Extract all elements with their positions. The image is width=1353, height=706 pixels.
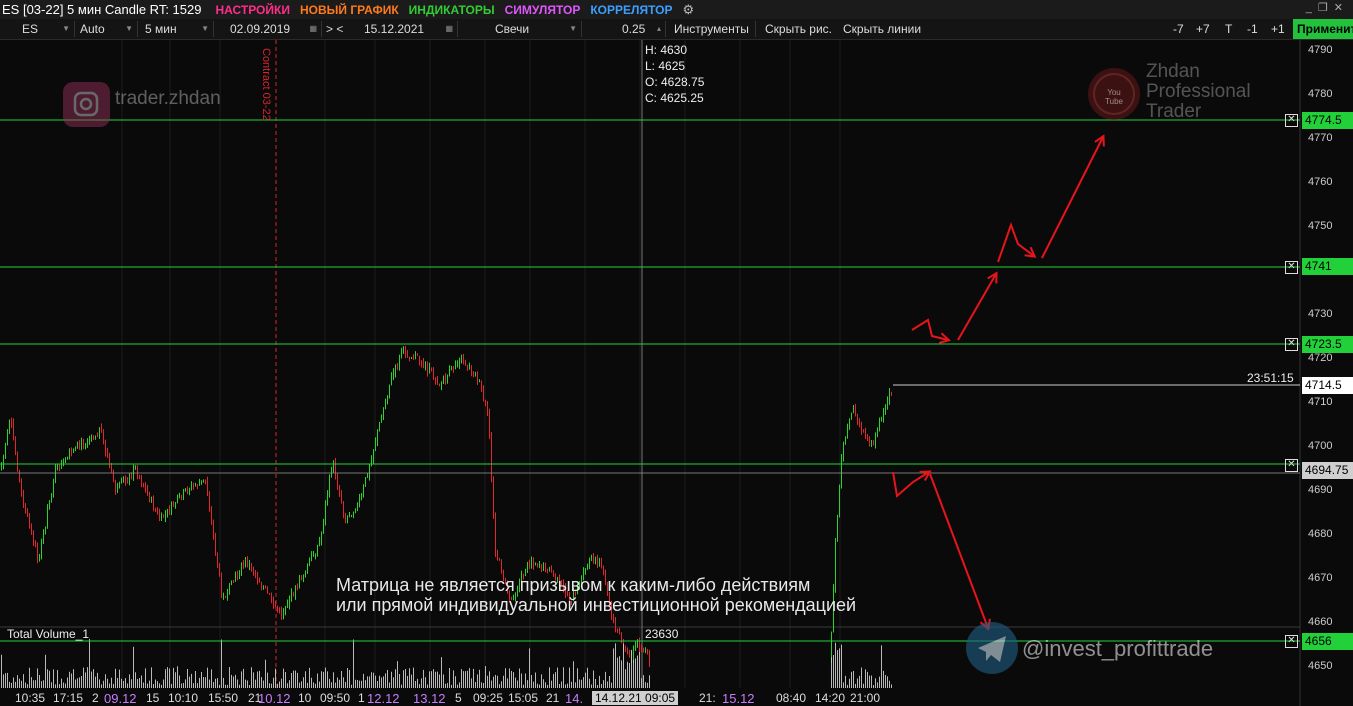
forecast-arrow (911, 318, 948, 340)
youtube-line: Zhdan (1146, 61, 1200, 82)
ohlc-high: H: 4630 (645, 43, 688, 57)
telegram-icon (966, 622, 1018, 674)
time-axis-day-label: 10.12 (258, 691, 291, 706)
forecast-arrows (892, 137, 1103, 628)
time-axis-label: 10 (298, 691, 312, 705)
price-tick-label: 4750 (1308, 220, 1333, 232)
time-axis-label: 09:25 (473, 691, 504, 705)
price-tick-label: 4660 (1308, 616, 1333, 628)
candles (1, 345, 892, 668)
time-axis-label: 21:00 (850, 691, 881, 705)
time-axis-label: 15 (146, 691, 160, 705)
forecast-arrow (1041, 137, 1103, 259)
price-tick-label: 4670 (1308, 572, 1333, 584)
current-price-label: 4714.5 (1302, 377, 1353, 394)
telegram-watermark: @invest_profittrade (1022, 636, 1214, 661)
ohlc-low: L: 4625 (645, 59, 686, 73)
price-tick-label: 4760 (1308, 176, 1333, 188)
time-axis-label: 5 (455, 691, 462, 705)
candle-timer: 23:51:15 (1247, 371, 1294, 385)
time-axis-day-label: 15.12 (722, 691, 755, 706)
price-tick-label: 4710 (1308, 396, 1333, 408)
instagram-watermark: trader.zhdan (115, 88, 221, 109)
level-price-label: 4723.5 (1302, 336, 1353, 353)
remove-level-icon[interactable]: ✕ (1285, 459, 1298, 472)
time-axis-day-label: 12.12 (367, 691, 400, 706)
instagram-icon (63, 82, 110, 127)
disclaimer: Матрица не является призывом к каким-либ… (336, 575, 856, 615)
forecast-arrow (997, 222, 1034, 263)
price-tick-label: 4680 (1308, 528, 1333, 540)
volume-bars (1, 638, 892, 688)
price-tick-label: 4650 (1308, 660, 1333, 672)
level-lines (0, 119, 1300, 642)
time-axis-day-label: 14. (565, 691, 584, 706)
time-axis-day-label: 09.12 (104, 691, 137, 706)
ohlc-readout: H: 4630 L: 4625 O: 4628.75 C: 4625.25 (645, 42, 704, 106)
contract-marker-label: Contract 03-22 (260, 48, 272, 121)
time-axis-label: 10:10 (168, 691, 199, 705)
forecast-arrow (957, 274, 996, 341)
price-tick-label: 4690 (1308, 484, 1333, 496)
time-axis-label: 10:35 (15, 691, 46, 705)
time-axis-day-label: 13.12 (413, 691, 446, 706)
volume-indicator-value: 23630 (645, 627, 679, 641)
time-axis-label: 21: (699, 691, 716, 705)
youtube-badge-text: You Tube (1105, 88, 1123, 106)
youtube-line: Trader (1146, 101, 1202, 122)
youtube-line: Professional (1146, 81, 1251, 102)
forecast-arrow (892, 472, 929, 498)
ohlc-close: C: 4625.25 (645, 91, 704, 105)
time-axis-label: 14.12.21 09:05 (592, 691, 679, 705)
volume-indicator-label: Total Volume_1 (7, 627, 90, 641)
time-axis-label: 1 (358, 691, 365, 705)
disclaimer-line: или прямой индивидуальной инвестиционной… (336, 595, 857, 615)
level-price-label: 4694.75 (1302, 462, 1353, 479)
time-axis-label: 21 (546, 691, 560, 705)
remove-level-icon[interactable]: ✕ (1285, 338, 1298, 351)
time-axis-label: 15:50 (208, 691, 239, 705)
time-axis-label: 2 (92, 691, 99, 705)
time-axis-label: 17:15 (53, 691, 84, 705)
remove-level-icon[interactable]: ✕ (1285, 261, 1298, 274)
level-price-label: 4774.5 (1302, 112, 1353, 129)
price-tick-label: 4720 (1308, 352, 1333, 364)
remove-level-icon[interactable]: ✕ (1285, 635, 1298, 648)
price-tick-label: 4700 (1308, 440, 1333, 452)
youtube-watermark: Zhdan Professional Trader (1146, 62, 1251, 122)
level-price-label: 4741 (1302, 258, 1353, 275)
ohlc-open: O: 4628.75 (645, 75, 705, 89)
level-price-label: 4656 (1302, 633, 1353, 650)
price-tick-label: 4780 (1308, 88, 1333, 100)
forecast-arrow (929, 473, 988, 628)
time-axis-label: 09:50 (320, 691, 351, 705)
disclaimer-line: Матрица не является призывом к каким-либ… (336, 575, 811, 595)
price-tick-label: 4730 (1308, 308, 1333, 320)
time-axis-label: 08:40 (776, 691, 807, 705)
remove-level-icon[interactable]: ✕ (1285, 114, 1298, 127)
price-tick-label: 4790 (1308, 44, 1333, 56)
time-axis-label: 14:20 (815, 691, 846, 705)
time-axis-label: 15:05 (508, 691, 539, 705)
price-tick-label: 4770 (1308, 132, 1333, 144)
